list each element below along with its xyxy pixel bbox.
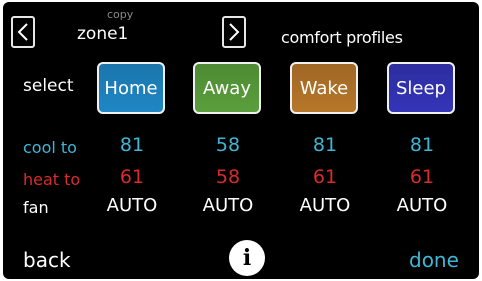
done-button[interactable]: done bbox=[409, 248, 459, 272]
heat-to-label: heat to bbox=[23, 170, 81, 189]
profile-button-label: Away bbox=[203, 77, 251, 99]
heat-to-value-wake[interactable]: 61 bbox=[280, 166, 370, 188]
profile-button-label: Sleep bbox=[395, 77, 446, 99]
profile-button-sleep[interactable]: Sleep bbox=[387, 62, 455, 114]
profile-button-wake[interactable]: Wake bbox=[290, 62, 358, 114]
fan-value-away[interactable]: AUTO bbox=[183, 195, 273, 216]
info-button[interactable]: i bbox=[229, 240, 265, 276]
fan-value-home[interactable]: AUTO bbox=[87, 195, 177, 216]
profile-button-label: Wake bbox=[299, 77, 349, 99]
cool-to-value-away[interactable]: 58 bbox=[183, 134, 273, 156]
back-button[interactable]: back bbox=[23, 248, 71, 272]
copy-label: copy bbox=[107, 8, 134, 21]
profile-button-label: Home bbox=[104, 77, 158, 99]
fan-label: fan bbox=[23, 198, 49, 217]
info-icon: i bbox=[242, 245, 252, 271]
cool-to-value-wake[interactable]: 81 bbox=[280, 134, 370, 156]
zone-name: zone1 bbox=[77, 24, 129, 44]
chevron-right-icon bbox=[229, 23, 240, 41]
thermostat-screen: copy zone1 comfort profiles select Home … bbox=[3, 2, 479, 279]
chevron-left-icon bbox=[17, 23, 28, 41]
heat-to-value-sleep[interactable]: 61 bbox=[377, 166, 467, 188]
cool-to-value-sleep[interactable]: 81 bbox=[377, 134, 467, 156]
select-label: select bbox=[23, 76, 74, 96]
next-zone-button[interactable] bbox=[222, 16, 246, 48]
profile-button-away[interactable]: Away bbox=[193, 62, 261, 114]
cool-to-label: cool to bbox=[23, 138, 77, 157]
page-title: comfort profiles bbox=[281, 28, 403, 47]
fan-value-sleep[interactable]: AUTO bbox=[377, 195, 467, 216]
prev-zone-button[interactable] bbox=[11, 16, 35, 48]
fan-value-wake[interactable]: AUTO bbox=[280, 195, 370, 216]
profile-button-home[interactable]: Home bbox=[97, 62, 165, 114]
heat-to-value-away[interactable]: 58 bbox=[183, 166, 273, 188]
cool-to-value-home[interactable]: 81 bbox=[87, 134, 177, 156]
heat-to-value-home[interactable]: 61 bbox=[87, 166, 177, 188]
